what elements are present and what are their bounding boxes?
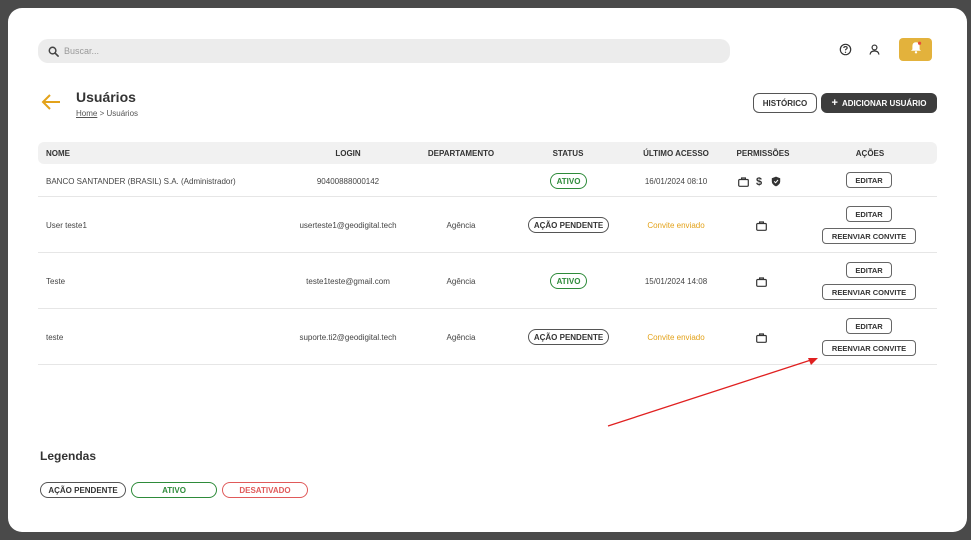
user-login: 90400888000142 <box>316 177 380 186</box>
user-login: teste1teste@gmail.com <box>306 277 390 286</box>
last-access: Convite enviado <box>647 333 705 342</box>
table-row: Teste teste1teste@gmail.com Agência ATIV… <box>38 253 937 309</box>
user-name: Teste <box>46 277 66 286</box>
status-badge: AÇÃO PENDENTE <box>528 329 609 345</box>
last-access: 15/01/2024 14:08 <box>644 277 708 286</box>
help-icon[interactable] <box>837 41 853 57</box>
table-row: BANCO SANTANDER (BRASIL) S.A. (Administr… <box>38 164 937 197</box>
table-row: teste suporte.ti2@geodigital.tech Agênci… <box>38 309 937 365</box>
notifications-button[interactable] <box>899 38 932 61</box>
column-header-name: NOME <box>46 149 70 158</box>
user-department: Agência <box>446 333 476 342</box>
legend-pending-badge: AÇÃO PENDENTE <box>40 482 126 498</box>
legend-disabled-badge: DESATIVADO <box>222 482 308 498</box>
column-header-department: DEPARTAMENTO <box>427 149 495 158</box>
search-bar[interactable] <box>38 39 730 63</box>
table-header: NOME LOGIN DEPARTAMENTO STATUS ÚLTIMO AC… <box>38 142 937 164</box>
user-name: teste <box>46 333 64 342</box>
column-header-permissions: PERMISSÕES <box>736 149 790 158</box>
briefcase-icon <box>738 174 749 192</box>
legend-active-badge: ATIVO <box>131 482 217 498</box>
app-window: Usuários Home > Usuários HISTÓRICO + ADI… <box>8 8 967 532</box>
plus-icon: + <box>831 96 838 109</box>
resend-invite-button[interactable]: REENVIAR CONVITE <box>822 228 916 244</box>
briefcase-icon <box>756 330 767 348</box>
status-badge: AÇÃO PENDENTE <box>528 217 609 233</box>
status-badge: ATIVO <box>550 273 587 289</box>
breadcrumb-current: Usuários <box>106 109 139 118</box>
column-header-status: STATUS <box>552 149 584 158</box>
bell-icon <box>910 41 922 59</box>
add-user-button[interactable]: + ADICIONAR USUÁRIO <box>821 93 937 113</box>
last-access: Convite enviado <box>647 221 705 230</box>
history-button[interactable]: HISTÓRICO <box>753 93 817 113</box>
user-icon[interactable] <box>866 41 882 57</box>
user-login: suporte.ti2@geodigital.tech <box>299 333 397 342</box>
breadcrumb-home-link[interactable]: Home <box>76 109 97 118</box>
breadcrumb: Home > Usuários <box>76 109 138 118</box>
page-title: Usuários <box>76 89 136 105</box>
edit-button[interactable]: EDITAR <box>846 172 892 188</box>
briefcase-icon <box>756 218 767 236</box>
last-access: 16/01/2024 08:10 <box>644 177 708 186</box>
user-login: userteste1@geodigital.tech <box>299 221 397 230</box>
search-icon <box>46 44 60 58</box>
resend-invite-button[interactable]: REENVIAR CONVITE <box>822 284 916 300</box>
user-department: Agência <box>446 277 476 286</box>
shield-icon <box>771 174 781 192</box>
svg-text:$: $ <box>756 176 762 187</box>
user-name: User teste1 <box>46 221 87 230</box>
edit-button[interactable]: EDITAR <box>846 262 892 278</box>
dollar-icon: $ <box>756 174 764 192</box>
column-header-login: LOGIN <box>335 149 361 158</box>
add-user-label: ADICIONAR USUÁRIO <box>841 98 927 108</box>
table-row: User teste1 userteste1@geodigital.tech A… <box>38 197 937 253</box>
resend-invite-button[interactable]: REENVIAR CONVITE <box>822 340 916 356</box>
edit-button[interactable]: EDITAR <box>846 206 892 222</box>
column-header-actions: AÇÕES <box>855 149 885 158</box>
status-badge: ATIVO <box>550 173 587 189</box>
search-input[interactable] <box>64 46 664 56</box>
user-department: Agência <box>446 221 476 230</box>
legend-title: Legendas <box>40 449 97 463</box>
user-name: BANCO SANTANDER (BRASIL) S.A. (Administr… <box>46 177 236 186</box>
briefcase-icon <box>756 274 767 292</box>
edit-button[interactable]: EDITAR <box>846 318 892 334</box>
column-header-last-access: ÚLTIMO ACESSO <box>643 149 709 158</box>
back-arrow-icon[interactable] <box>40 93 62 111</box>
